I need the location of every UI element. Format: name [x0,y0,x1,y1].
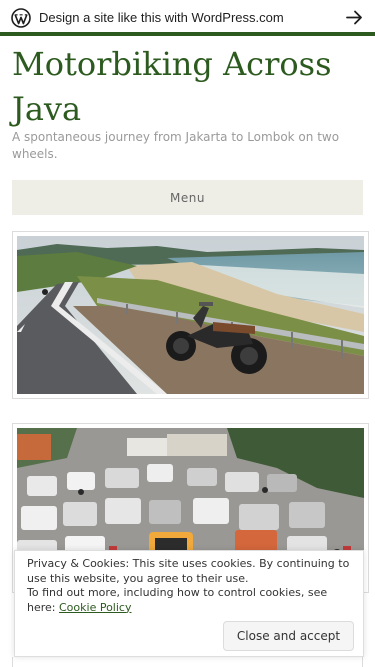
wordpress-promo-text[interactable]: Design a site like this with WordPress.c… [39,10,284,25]
wordpress-logo-icon [11,8,31,28]
menu-toggle-button[interactable]: Menu [12,180,363,215]
site-tagline: A spontaneous journey from Jakarta to Lo… [12,130,340,161]
close-and-accept-button[interactable]: Close and accept [223,621,354,651]
cookie-policy-link[interactable]: Cookie Policy [59,601,131,614]
cookie-notice-line1: Privacy & Cookies: This site uses cookie… [27,557,350,585]
site-title[interactable]: Motorbiking Across Java [12,42,364,132]
cookie-notice-text: Privacy & Cookies: This site uses cookie… [27,557,357,615]
cookie-notice: Privacy & Cookies: This site uses cookie… [14,550,364,657]
wordpress-promo-bar[interactable]: Design a site like this with WordPress.c… [0,0,375,36]
cookie-notice-line2: To find out more, including how to contr… [27,586,357,615]
coastal-road-motorbike-photo [17,236,364,394]
post-image-coastal-road[interactable] [12,231,369,399]
arrow-right-icon[interactable] [346,9,363,26]
next-post-border [12,657,363,667]
